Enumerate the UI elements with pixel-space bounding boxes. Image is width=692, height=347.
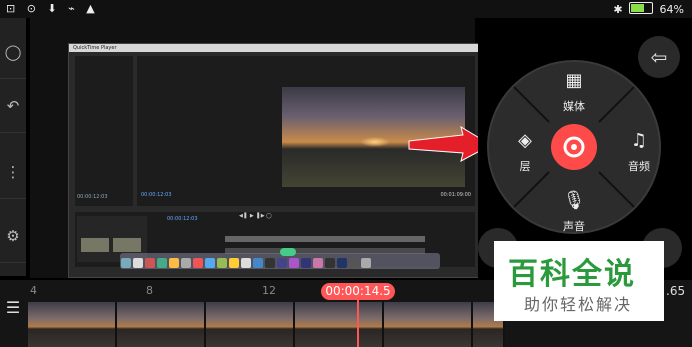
audio-label[interactable]: 音频 xyxy=(619,158,659,174)
media-label[interactable]: 媒体 xyxy=(554,98,594,114)
clip-thumbnail xyxy=(113,238,141,252)
timeline-right-number: .65 xyxy=(666,284,686,298)
left-toolbar: ◯ ↶ ⋮ ⚙ xyxy=(0,18,26,276)
clip-thumbnail[interactable] xyxy=(117,302,206,347)
clip-thumbnail[interactable] xyxy=(384,302,473,347)
gear-icon[interactable]: ⚙ xyxy=(0,210,26,263)
green-marker xyxy=(280,248,296,256)
menu-icon[interactable]: ☰ xyxy=(0,298,26,328)
clip-thumbnail[interactable] xyxy=(206,302,295,347)
playback-controls: ◀ ▌ ▶ ▐ ▶ ◯ xyxy=(239,213,272,219)
mac-menu-bar: QuickTime Player xyxy=(69,44,481,52)
playhead-time[interactable]: 00:00:14.5 xyxy=(321,283,395,300)
undo-icon[interactable]: ↶ xyxy=(0,80,26,133)
sun-glow xyxy=(360,137,390,147)
record-button[interactable] xyxy=(551,124,597,170)
battery-icon xyxy=(629,2,654,14)
mac-dock xyxy=(120,253,440,269)
clip-thumbnail[interactable] xyxy=(28,302,117,347)
status-bar: ⊡ ⊙ ⬇ ⌁ ▲ ✱ 64% xyxy=(0,0,692,18)
playhead-line[interactable] xyxy=(357,300,359,347)
layer-label[interactable]: 层 xyxy=(505,158,545,174)
microphone-icon[interactable]: 🎙 xyxy=(554,190,594,211)
battery-indicator: ✱ 64% xyxy=(613,2,684,16)
program-timecode: 00:00:12:03 xyxy=(141,192,172,198)
ruler-tick: 4 xyxy=(30,284,37,297)
clip-thumbnail[interactable] xyxy=(295,302,384,347)
watermark-title: 百科全说 xyxy=(508,257,636,292)
bluetooth-icon: ✱ xyxy=(613,3,623,16)
voice-label[interactable]: 声音 xyxy=(554,218,594,234)
media-icon[interactable]: ▦ xyxy=(554,70,594,91)
watermark: 百科全说 助你轻松解决 xyxy=(494,241,664,321)
source-panel: 00:00:12:03 xyxy=(75,56,133,206)
app-title: QuickTime Player xyxy=(73,45,117,51)
notification-icons: ⊡ ⊙ ⬇ ⌁ ▲ xyxy=(6,2,99,15)
source-timecode: 00:00:12:03 xyxy=(77,194,108,200)
clip-thumbnail xyxy=(81,238,109,252)
layers-icon[interactable]: ◈ xyxy=(505,130,545,151)
program-duration: 00:01:09:00 xyxy=(440,192,471,198)
more-options-icon[interactable]: ⋮ xyxy=(0,146,26,199)
ruler-tick: 8 xyxy=(146,284,153,297)
music-note-icon[interactable]: ♫ xyxy=(619,130,659,151)
ruler-tick: 12 xyxy=(262,284,276,297)
settings-circle-icon[interactable]: ◯ xyxy=(0,26,26,79)
timeline-timecode: 00:00:12:03 xyxy=(167,216,198,222)
battery-percent: 64% xyxy=(659,3,684,16)
camera-shutter-icon xyxy=(563,136,585,158)
watermark-subtitle: 助你轻松解决 xyxy=(524,295,633,314)
video-track xyxy=(225,236,425,242)
